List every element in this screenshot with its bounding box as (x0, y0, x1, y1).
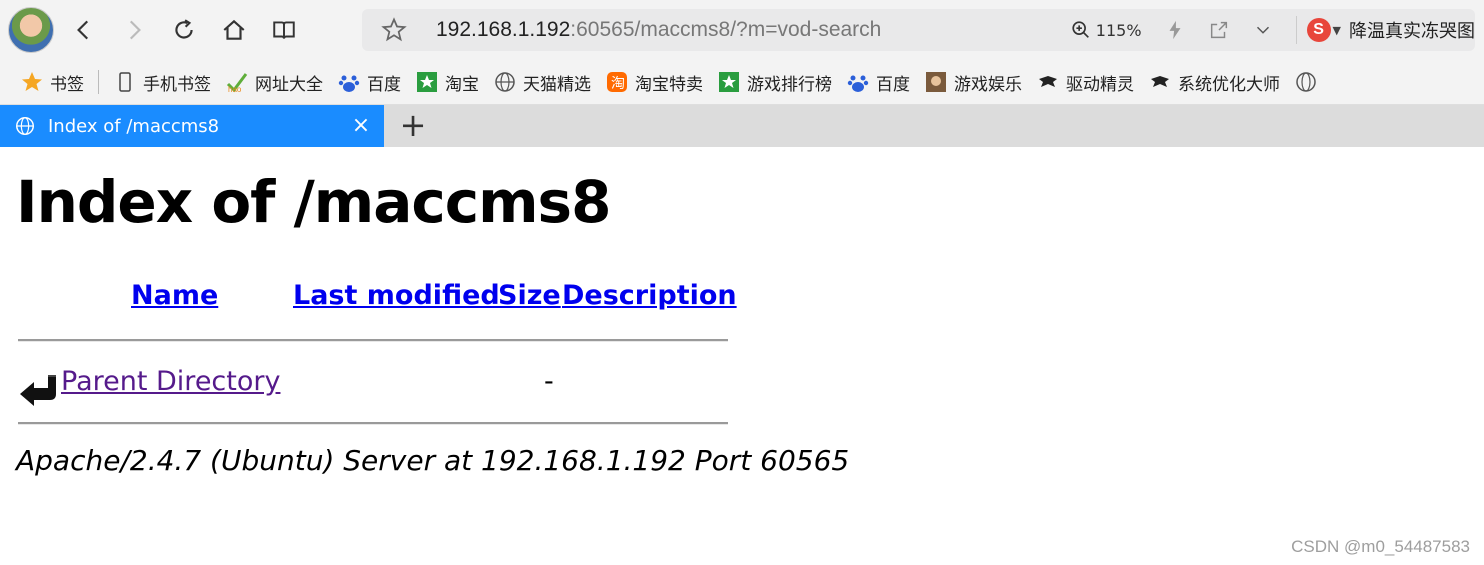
url-text[interactable]: 192.168.1.192:60565/maccms8/?m=vod-searc… (436, 18, 881, 42)
bookmark-label: 百度 (876, 74, 910, 95)
column-header-size[interactable]: Size (498, 280, 561, 311)
bookmark-item[interactable]: 系统优化大师 (1148, 70, 1280, 95)
baidu-icon (337, 70, 361, 94)
column-header-description[interactable]: Description (562, 280, 737, 311)
sogou-logo-icon: S (1306, 18, 1331, 42)
search-engine-box[interactable]: S ▼ 降温真实冻哭图 (1306, 17, 1475, 43)
bookmark-label: 系统优化大师 (1178, 74, 1280, 95)
lightning-icon[interactable] (1164, 19, 1186, 41)
dropdown-caret-icon[interactable]: ▼ (1333, 24, 1341, 37)
bookmark-label: 百度 (367, 74, 401, 95)
bookmark-item[interactable]: 天猫精选 (493, 70, 591, 95)
hao-icon: hao (225, 70, 249, 94)
back-arrow-icon (20, 375, 56, 406)
column-header-name[interactable]: Name (131, 280, 218, 311)
bookmark-label: 淘宝 (445, 74, 479, 95)
divider (18, 422, 728, 425)
svg-text:淘: 淘 (611, 76, 625, 92)
parent-directory-link[interactable]: Parent Directory (61, 366, 280, 397)
divider (98, 70, 99, 94)
divider (1295, 16, 1297, 44)
browser-toolbar: 192.168.1.192:60565/maccms8/?m=vod-searc… (0, 0, 1484, 60)
bookmark-item[interactable]: hao 网址大全 (225, 70, 323, 95)
chevron-right-icon (129, 20, 141, 40)
bookmark-item[interactable]: 百度 (846, 70, 910, 95)
bookmark-item[interactable] (1294, 70, 1324, 94)
tao-sale-icon: 淘 (605, 70, 629, 94)
url-path: :60565/maccms8/?m=vod-search (570, 18, 882, 41)
search-hint-text[interactable]: 降温真实冻哭图 (1349, 17, 1475, 43)
page-content: Index of /maccms8 Name Last modified Siz… (0, 148, 1484, 565)
home-icon (223, 19, 245, 40)
bookmark-label: 游戏娱乐 (954, 74, 1022, 95)
bookmark-item[interactable]: 百度 (337, 70, 401, 95)
user-avatar[interactable] (8, 7, 54, 53)
server-signature: Apache/2.4.7 (Ubuntu) Server at 192.168.… (16, 444, 850, 477)
bookmark-item[interactable]: 手机书签 (113, 70, 211, 95)
baidu-icon (846, 70, 870, 94)
zoom-in-icon (1072, 21, 1089, 38)
taobao-icon (415, 70, 439, 94)
watermark: CSDN @m0_54487583 (1291, 537, 1470, 556)
bookmark-label: 游戏排行榜 (747, 74, 832, 95)
star-icon (20, 70, 44, 94)
globe-icon (16, 117, 34, 135)
bookmark-label: 天猫精选 (523, 74, 591, 95)
bookmark-item[interactable]: 淘 淘宝特卖 (605, 70, 703, 95)
bookmark-label: 驱动精灵 (1066, 74, 1134, 95)
home-button[interactable] (214, 10, 254, 50)
share-icon[interactable] (1208, 19, 1230, 41)
forward-button[interactable] (114, 10, 154, 50)
tab-active[interactable]: Index of /maccms8 × (0, 105, 384, 147)
bookmark-item[interactable]: 驱动精灵 (1036, 70, 1134, 95)
address-bar[interactable]: 192.168.1.192:60565/maccms8/?m=vod-searc… (362, 9, 1475, 51)
bookmark-item[interactable]: 淘宝 (415, 70, 479, 95)
reload-icon (175, 19, 193, 39)
close-icon[interactable]: × (350, 115, 372, 137)
column-header-last-modified[interactable]: Last modified (293, 280, 500, 311)
reading-mode-button[interactable] (264, 10, 304, 50)
bookmark-label: 书签 (50, 74, 84, 95)
bookmark-label: 淘宝特卖 (635, 74, 703, 95)
url-host: 192.168.1.192 (436, 18, 571, 41)
optimizer-icon (1148, 70, 1172, 94)
globe-icon (1294, 70, 1318, 94)
bookmark-item[interactable]: 书签 (20, 70, 84, 95)
phone-icon (113, 70, 137, 94)
bookmark-item[interactable]: 游戏排行榜 (717, 70, 832, 95)
book-icon (273, 21, 295, 39)
svg-text:hao: hao (228, 85, 242, 94)
listing-header-row: Name Last modified Size Description (18, 280, 737, 322)
page-title: Index of /maccms8 (16, 168, 611, 236)
bookmark-star-icon[interactable] (380, 16, 408, 44)
chevron-down-icon[interactable] (1252, 19, 1274, 41)
bookmark-item[interactable]: 游戏娱乐 (924, 70, 1022, 95)
game-icon (717, 70, 741, 94)
divider (18, 339, 728, 342)
chevron-left-icon (77, 20, 89, 40)
new-tab-button[interactable]: + (398, 109, 428, 143)
bookmark-label: 网址大全 (255, 74, 323, 95)
back-button[interactable] (64, 10, 104, 50)
row-size: - (544, 366, 554, 397)
tab-title: Index of /maccms8 (48, 115, 220, 137)
driver-icon (1036, 70, 1060, 94)
address-bar-actions: 115% S ▼ 降温真实冻哭图 (1070, 9, 1475, 51)
tab-bar: Index of /maccms8 × + (0, 105, 1484, 147)
zoom-level: 115% (1095, 20, 1142, 40)
zoom-indicator[interactable]: 115% (1070, 19, 1142, 41)
table-row: Parent Directory - (18, 366, 728, 406)
game-avatar-icon (924, 70, 948, 94)
bookmarks-bar: 书签 手机书签 hao 网址大全 百度 淘宝 天猫精选 淘 淘宝特卖 游戏排行榜… (0, 60, 1484, 105)
directory-listing: Name Last modified Size Description Pare… (18, 280, 737, 425)
bookmark-label: 手机书签 (143, 74, 211, 95)
reload-button[interactable] (164, 10, 204, 50)
globe-icon (493, 70, 517, 94)
